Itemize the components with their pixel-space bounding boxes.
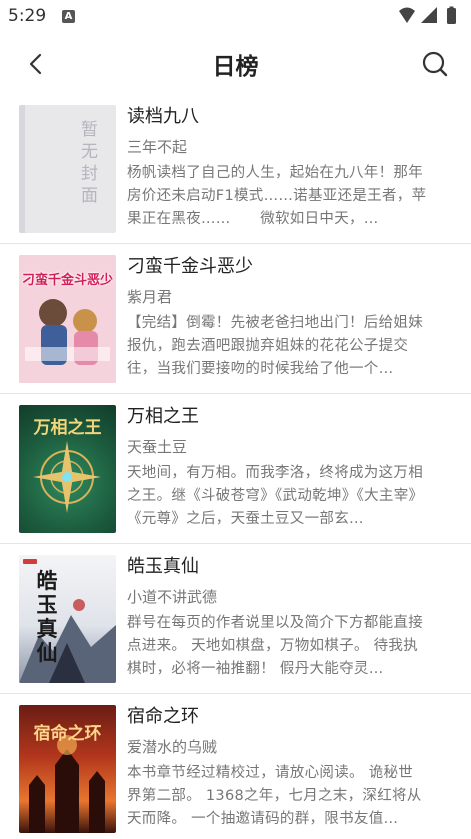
wifi-icon — [399, 7, 415, 23]
book-cover-image: 宿命之环 — [19, 705, 116, 833]
header: 日榜 — [0, 40, 471, 88]
search-button[interactable] — [419, 48, 451, 80]
book-title: 读档九八 — [127, 106, 199, 127]
status-time: 5:29 — [8, 6, 47, 26]
book-cover-image: 皓玉真仙 — [19, 555, 116, 683]
book-cover-image: 刁蛮千金斗恶少 — [19, 255, 116, 383]
book-description: 本书章节经过精校过，请放心阅读。 诡秘世界第二部。 1368之年，七月之末，深红… — [127, 765, 422, 827]
book-description: 杨帆读档了自己的人生，起始在九八年！那年房价还未启动F1模式……诺基亚还是王者，… — [127, 165, 427, 227]
search-icon — [422, 51, 448, 77]
book-author: 紫月君 — [127, 288, 173, 306]
cover-title-text: 万相之王 — [33, 418, 102, 438]
book-author: 三年不起 — [127, 138, 188, 156]
book-item[interactable]: 刁蛮千金斗恶少 刁蛮千金斗恶少 紫月君 【完结】倒霉！先被老爸扫地出门！后给姐妹… — [0, 244, 471, 394]
chevron-left-icon — [29, 53, 42, 75]
book-title: 万相之王 — [127, 406, 199, 427]
book-title: 宿命之环 — [127, 706, 199, 727]
book-title: 刁蛮千金斗恶少 — [127, 256, 253, 277]
book-description: 天地间，有万相。而我李洛，终将成为这万相之王。继《斗破苍穹》《武动乾坤》《大主宰… — [127, 465, 424, 527]
page-title: 日榜 — [212, 54, 259, 80]
cover-placeholder-text: 暂无封面 — [81, 120, 98, 206]
book-title: 皓玉真仙 — [127, 556, 199, 577]
back-button[interactable] — [20, 48, 52, 80]
book-author: 小道不讲武德 — [127, 588, 218, 606]
book-item[interactable]: 宿命之环 宿命之环 爱潜水的乌贼 本书章节经过精校过，请放心阅读。 诡秘世界第二… — [0, 694, 471, 839]
cover-title-text: 皓玉真仙 — [36, 568, 58, 665]
book-cover-image: 万相之王 — [19, 405, 116, 533]
book-description: 群号在每页的作者说里以及简介下方都能直接点进来。 天地如棋盘，万物如棋子。 待我… — [127, 615, 423, 677]
book-author: 爱潜水的乌贼 — [127, 738, 218, 756]
book-author: 天蚕土豆 — [127, 438, 188, 456]
cover-title-text: 宿命之环 — [33, 724, 102, 744]
book-item[interactable]: 皓玉真仙 皓玉真仙 小道不讲武德 群号在每页的作者说里以及简介下方都能直接点进来… — [0, 544, 471, 694]
book-item[interactable]: 万相之王 万相之王 天蚕土豆 天地间，有万相。而我李洛，终将成为这万相之王。继《… — [0, 394, 471, 544]
cover-title-text: 刁蛮千金斗恶少 — [21, 273, 113, 288]
status-bar: 5:29 A — [0, 0, 471, 34]
book-cover-placeholder: 暂无封面 — [19, 105, 116, 233]
notification-icon: A — [62, 10, 75, 23]
book-description: 【完结】倒霉！先被老爸扫地出门！后给姐妹报仇，跑去酒吧跟抛弃姐妹的花花公子提交往… — [127, 315, 423, 377]
book-list: 暂无封面 读档九八 三年不起 杨帆读档了自己的人生，起始在九八年！那年房价还未启… — [0, 94, 471, 839]
book-item[interactable]: 暂无封面 读档九八 三年不起 杨帆读档了自己的人生，起始在九八年！那年房价还未启… — [0, 94, 471, 244]
status-icons — [399, 6, 456, 24]
cellular-icon — [421, 7, 437, 23]
battery-icon — [447, 8, 456, 24]
